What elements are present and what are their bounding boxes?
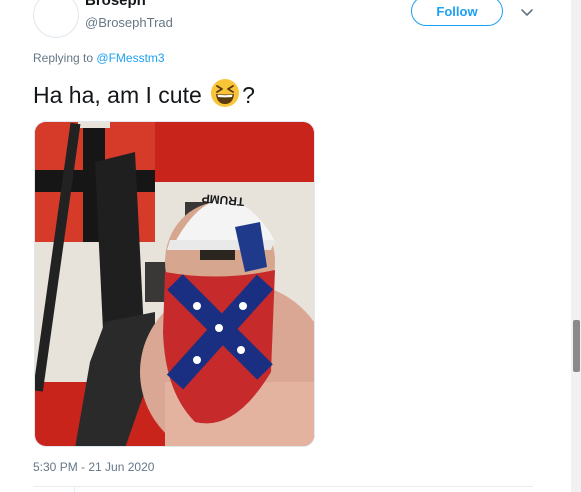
- follow-button[interactable]: Follow: [411, 0, 503, 26]
- attached-photo[interactable]: TRUMP: [34, 121, 315, 447]
- display-name[interactable]: Broseph: [85, 0, 146, 9]
- replying-to: Replying to @FMesstm3: [33, 51, 165, 65]
- tweet-text: Ha ha, am I cute ?: [33, 78, 255, 109]
- replying-to-link[interactable]: @FMesstm3: [96, 51, 164, 65]
- scrollbar-thumb[interactable]: [573, 320, 580, 372]
- photo-content: TRUMP: [35, 122, 314, 446]
- scrollbar-track[interactable]: [571, 0, 581, 492]
- chevron-down-icon: [521, 9, 533, 16]
- grinning-squinting-face-icon: [211, 79, 240, 107]
- tweet-text-end: ?: [242, 82, 255, 108]
- divider: [33, 486, 533, 487]
- tweet-card: Broseph @BrosephTrad Follow Replying to …: [0, 0, 571, 492]
- tweet-text-main: Ha ha, am I cute: [33, 82, 202, 108]
- divider-tick: [74, 486, 75, 492]
- avatar[interactable]: [33, 0, 79, 38]
- timestamp[interactable]: 5:30 PM - 21 Jun 2020: [33, 460, 154, 474]
- replying-prefix: Replying to: [33, 51, 94, 65]
- user-handle[interactable]: @BrosephTrad: [85, 15, 173, 30]
- more-options-button[interactable]: [517, 4, 537, 22]
